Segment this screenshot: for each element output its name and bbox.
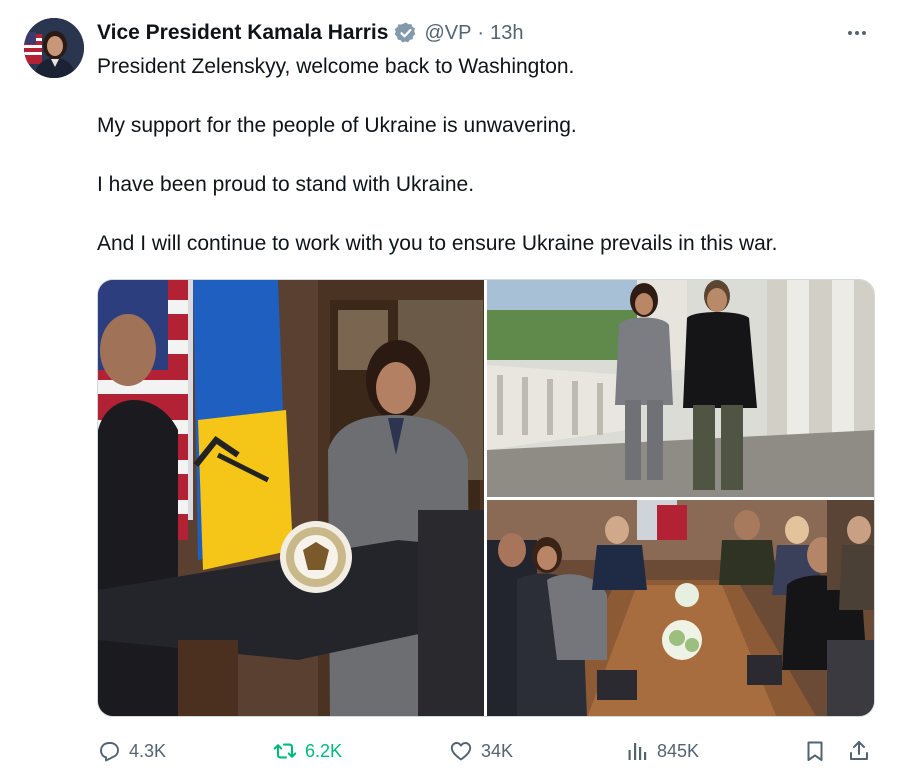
bookmark-icon bbox=[803, 739, 827, 763]
bookmark-button[interactable] bbox=[803, 735, 827, 767]
tweet-actions: 4.3K 6.2K 34K 845K bbox=[97, 735, 875, 767]
more-options-icon[interactable] bbox=[844, 22, 870, 44]
repost-icon bbox=[273, 739, 297, 763]
repost-count: 6.2K bbox=[305, 740, 343, 761]
views-chart-icon bbox=[625, 739, 649, 763]
heart-icon bbox=[449, 739, 473, 763]
like-count: 34K bbox=[481, 740, 514, 761]
share-button[interactable] bbox=[847, 735, 871, 767]
views-count: 845K bbox=[657, 740, 700, 761]
author-handle[interactable]: @VP bbox=[424, 22, 471, 45]
tweet-paragraph: And I will continue to work with you to … bbox=[97, 232, 778, 255]
reply-count: 4.3K bbox=[129, 740, 167, 761]
reply-icon bbox=[97, 739, 121, 763]
share-icon bbox=[847, 739, 871, 763]
repost-button[interactable]: 6.2K bbox=[273, 735, 342, 767]
header-separator: · bbox=[477, 21, 485, 44]
verified-badge-icon[interactable] bbox=[394, 21, 418, 45]
tweet-paragraph: President Zelenskyy, welcome back to Was… bbox=[97, 55, 575, 78]
tweet-paragraph: My support for the people of Ukraine is … bbox=[97, 114, 577, 137]
author-avatar[interactable] bbox=[24, 18, 84, 78]
tweet-text: President Zelenskyy, welcome back to Was… bbox=[97, 52, 867, 259]
photo-bilateral-meeting[interactable] bbox=[487, 500, 874, 716]
tweet-article[interactable]: Vice President Kamala Harris @VP · 13h P… bbox=[0, 0, 898, 783]
reply-button[interactable]: 4.3K bbox=[97, 735, 166, 767]
media-grid bbox=[97, 279, 875, 717]
author-display-name[interactable]: Vice President Kamala Harris bbox=[97, 21, 388, 45]
photo-podium-press[interactable] bbox=[98, 280, 484, 716]
tweet-paragraph: I have been proud to stand with Ukraine. bbox=[97, 173, 475, 196]
views-button[interactable]: 845K bbox=[625, 735, 699, 767]
tweet-timestamp[interactable]: 13h bbox=[490, 22, 523, 45]
like-button[interactable]: 34K bbox=[449, 735, 513, 767]
photo-balcony-walk[interactable] bbox=[487, 280, 874, 497]
tweet-header: Vice President Kamala Harris @VP · 13h bbox=[97, 20, 523, 46]
